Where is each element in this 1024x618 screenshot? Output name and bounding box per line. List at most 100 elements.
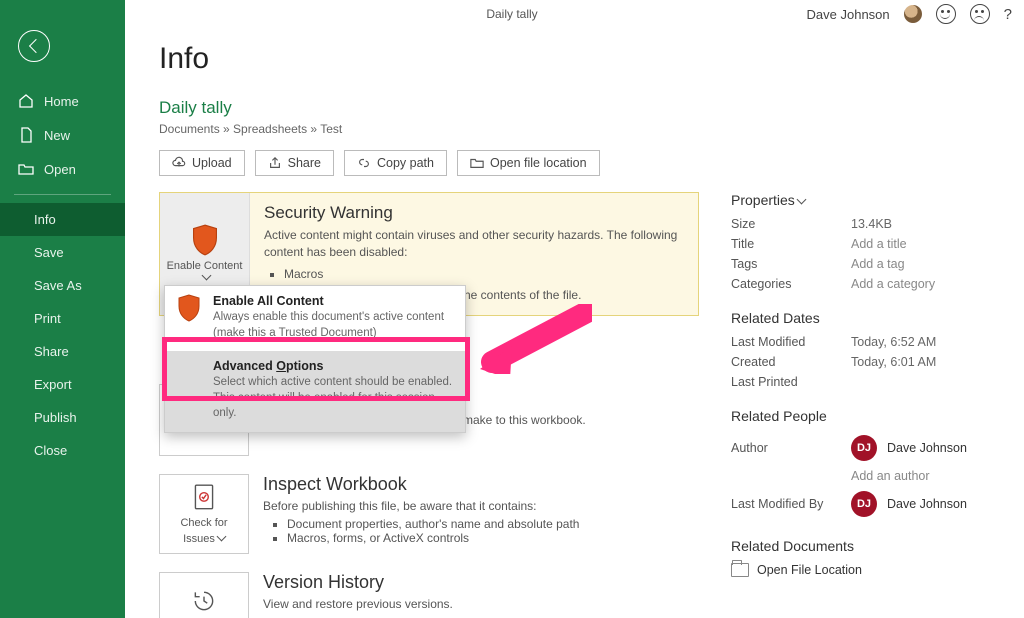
sidebar-item-share[interactable]: Share — [0, 335, 125, 368]
help-icon[interactable]: ? — [1004, 6, 1012, 23]
breadcrumb[interactable]: Documents » Spreadsheets » Test — [159, 122, 994, 136]
open-file-location-link[interactable]: Open File Location — [731, 560, 981, 580]
sidebar-item-label: Share — [34, 344, 69, 359]
sidebar-item-publish[interactable]: Publish — [0, 401, 125, 434]
dropdown-item-title: Advanced Options — [213, 359, 453, 373]
related-dates-header: Related Dates — [731, 310, 981, 326]
prop-label: Last Modified By — [731, 497, 851, 511]
dropdown-item-desc: This content will be enabled for this se… — [213, 392, 435, 420]
backstage-sidebar: Home New Open Info Save Save As Print Sh… — [0, 0, 125, 618]
history-icon — [191, 588, 217, 614]
modifiedby-person[interactable]: DJ Dave Johnson — [851, 491, 967, 517]
sidebar-item-label: Print — [34, 311, 61, 326]
add-author[interactable]: Add an author — [851, 469, 930, 483]
inspect-bullet: Document properties, author's name and a… — [287, 517, 579, 531]
prop-label: Title — [731, 237, 851, 251]
sidebar-item-save[interactable]: Save — [0, 236, 125, 269]
prop-label: Tags — [731, 257, 851, 271]
sidebar-item-new[interactable]: New — [0, 118, 125, 152]
security-disabled-item: Macros — [284, 266, 684, 283]
sidebar-item-info[interactable]: Info — [0, 203, 125, 236]
feedback-smile-icon[interactable] — [936, 4, 956, 24]
add-tag[interactable]: Add a tag — [851, 257, 905, 271]
user-avatar-icon[interactable] — [904, 5, 922, 23]
share-button[interactable]: Share — [255, 150, 334, 176]
prop-label: Size — [731, 217, 851, 231]
back-arrow-icon — [28, 39, 42, 53]
dropdown-item-desc: Always enable this document's active con… — [213, 311, 444, 323]
doc-title: Daily tally — [486, 7, 537, 21]
dropdown-item-desc: Select which active content should be en… — [213, 376, 452, 388]
sidebar-item-open[interactable]: Open — [0, 152, 125, 186]
history-body: View and restore previous versions. — [263, 597, 453, 611]
button-label: Open file location — [490, 156, 587, 170]
properties-header[interactable]: Properties — [731, 192, 981, 208]
sidebar-item-label: Save — [34, 245, 64, 260]
author-person[interactable]: DJ Dave Johnson — [851, 435, 967, 461]
link-label: Open File Location — [757, 563, 862, 577]
avatar-icon: DJ — [851, 491, 877, 517]
person-name: Dave Johnson — [887, 441, 967, 455]
upload-button[interactable]: Upload — [159, 150, 245, 176]
check-issues-button[interactable]: Check for Issues — [159, 474, 249, 554]
sidebar-item-save-as[interactable]: Save As — [0, 269, 125, 302]
copy-path-button[interactable]: Copy path — [344, 150, 447, 176]
sidebar-item-label: Open — [44, 162, 76, 177]
action-row: Upload Share Copy path Open file locatio… — [159, 150, 994, 176]
prop-label: Categories — [731, 277, 851, 291]
button-label: Check for — [180, 517, 227, 529]
file-name: Daily tally — [159, 98, 994, 118]
open-icon — [18, 161, 34, 177]
sidebar-item-label: Home — [44, 94, 79, 109]
sidebar-item-close[interactable]: Close — [0, 434, 125, 467]
document-check-icon — [191, 483, 217, 513]
link-icon — [357, 156, 371, 170]
sidebar-item-label: New — [44, 128, 70, 143]
avatar-icon: DJ — [851, 435, 877, 461]
add-title[interactable]: Add a title — [851, 237, 907, 251]
add-category[interactable]: Add a category — [851, 277, 935, 291]
inspect-body: Before publishing this file, be aware th… — [263, 499, 579, 513]
open-location-button[interactable]: Open file location — [457, 150, 600, 176]
sidebar-item-label: Info — [34, 212, 56, 227]
enable-all-content-item[interactable]: Enable All Content Always enable this do… — [165, 286, 465, 351]
inspect-bullet: Macros, forms, or ActiveX controls — [287, 531, 579, 545]
user-name[interactable]: Dave Johnson — [807, 7, 890, 22]
shield-icon — [177, 294, 203, 341]
title-bar: Daily tally Dave Johnson ? — [0, 0, 1024, 28]
dropdown-item-title: Enable All Content — [213, 294, 444, 308]
prop-label: Last Printed — [731, 375, 851, 389]
back-button[interactable] — [18, 30, 50, 62]
folder-icon — [470, 156, 484, 170]
button-label: Issues — [183, 533, 215, 545]
sidebar-item-print[interactable]: Print — [0, 302, 125, 335]
new-icon — [18, 127, 34, 143]
button-label: Upload — [192, 156, 232, 170]
prop-label: Author — [731, 441, 851, 455]
home-icon — [18, 93, 34, 109]
share-icon — [268, 156, 282, 170]
related-people-header: Related People — [731, 408, 981, 424]
sidebar-item-label: Close — [34, 443, 67, 458]
sidebar-item-home[interactable]: Home — [0, 84, 125, 118]
dropdown-item-desc: (make this a Trusted Document) — [213, 327, 377, 339]
history-title: Version History — [263, 572, 453, 593]
inspect-title: Inspect Workbook — [263, 474, 579, 495]
sidebar-item-export[interactable]: Export — [0, 368, 125, 401]
feedback-frown-icon[interactable] — [970, 4, 990, 24]
shield-icon — [191, 224, 219, 256]
version-history-button[interactable] — [159, 572, 249, 618]
sidebar-item-label: Save As — [34, 278, 82, 293]
folder-icon — [731, 563, 749, 577]
security-tail-text: t the contents of the file. — [454, 287, 684, 304]
prop-label: Created — [731, 355, 851, 369]
related-docs-header: Related Documents — [731, 538, 981, 554]
prop-value: Today, 6:52 AM — [851, 335, 936, 349]
protect-body-partial: make to this workbook. — [463, 413, 586, 427]
sidebar-item-label: Export — [34, 377, 72, 392]
properties-panel: Properties Size13.4KB TitleAdd a title T… — [731, 192, 981, 580]
prop-label: Last Modified — [731, 335, 851, 349]
person-name: Dave Johnson — [887, 497, 967, 511]
advanced-options-item[interactable]: Advanced Options Select which active con… — [165, 351, 465, 432]
prop-value: 13.4KB — [851, 217, 892, 231]
